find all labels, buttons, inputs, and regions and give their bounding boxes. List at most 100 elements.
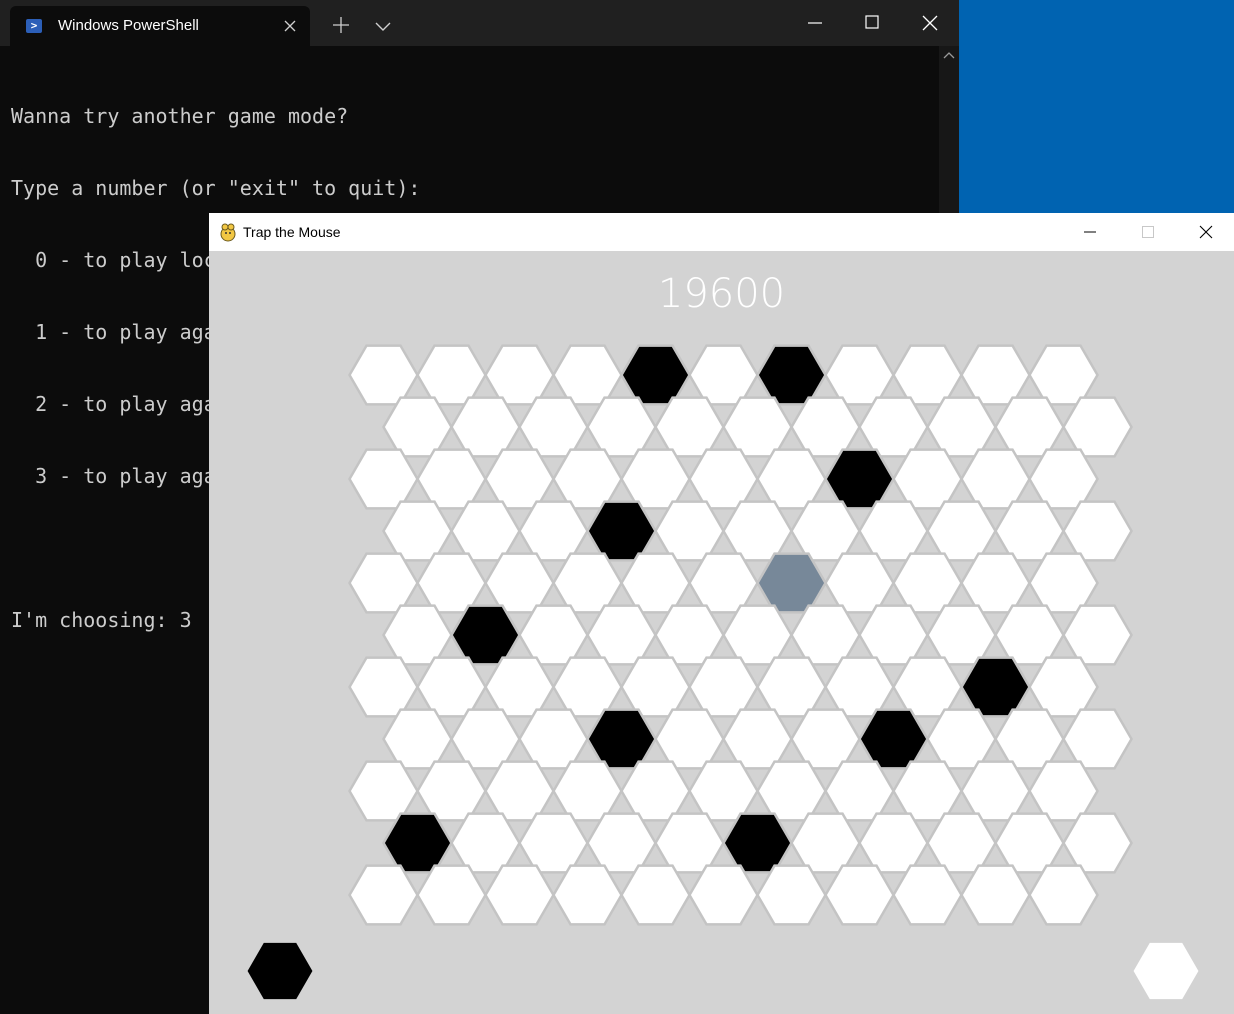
hex-cell-empty[interactable] [348,760,419,822]
hex-cell-empty[interactable] [824,760,895,822]
hex-cell-empty[interactable] [654,708,725,770]
hex-cell-empty[interactable] [926,500,997,562]
tab-close-icon[interactable] [280,16,300,36]
hex-cell-empty[interactable] [552,864,623,926]
hex-cell-empty[interactable] [790,604,861,666]
hex-cell-empty[interactable] [654,604,725,666]
hex-cell-empty[interactable] [926,604,997,666]
minimize-button[interactable] [1061,213,1119,251]
hex-cell-empty[interactable] [824,552,895,614]
hex-cell-empty[interactable] [722,500,793,562]
hex-cell-empty[interactable] [994,812,1065,874]
hex-cell-empty[interactable] [790,500,861,562]
hex-cell-empty[interactable] [552,344,623,406]
hex-cell-empty[interactable] [586,812,657,874]
close-button[interactable] [901,0,959,46]
hex-cell-empty[interactable] [722,604,793,666]
hex-cell-empty[interactable] [722,708,793,770]
hex-cell-empty[interactable] [552,656,623,718]
hex-cell-empty[interactable] [824,344,895,406]
hex-cell-empty[interactable] [654,500,725,562]
hex-cell-empty[interactable] [518,396,589,458]
close-button[interactable] [1177,213,1234,251]
hex-cell-empty[interactable] [484,656,555,718]
hex-cell-empty[interactable] [926,812,997,874]
hex-cell-empty[interactable] [484,448,555,510]
hex-cell-empty[interactable] [688,864,759,926]
hex-cell-empty[interactable] [1028,448,1099,510]
hex-cell-empty[interactable] [484,760,555,822]
hex-cell-empty[interactable] [858,604,929,666]
hex-cell-empty[interactable] [858,812,929,874]
hex-cell-empty[interactable] [552,760,623,822]
hex-cell-empty[interactable] [518,604,589,666]
hex-cell-empty[interactable] [348,656,419,718]
hex-cell-empty[interactable] [382,604,453,666]
hex-cell-empty[interactable] [858,396,929,458]
hex-cell-empty[interactable] [892,552,963,614]
hex-cell-empty[interactable] [688,344,759,406]
hex-cell-empty[interactable] [620,760,691,822]
hex-cell-empty[interactable] [450,396,521,458]
hex-cell-empty[interactable] [960,344,1031,406]
hex-cell-empty[interactable] [1062,396,1133,458]
hex-cell-empty[interactable] [688,656,759,718]
hex-cell-empty[interactable] [552,448,623,510]
hex-cell-empty[interactable] [1028,760,1099,822]
hex-cell-empty[interactable] [1062,500,1133,562]
hex-cell-empty[interactable] [1028,552,1099,614]
hex-cell-empty[interactable] [654,396,725,458]
hex-cell-empty[interactable] [858,500,929,562]
hex-cell-empty[interactable] [1062,708,1133,770]
hex-cell-empty[interactable] [620,552,691,614]
hex-cell-empty[interactable] [348,344,419,406]
minimize-button[interactable] [786,0,844,46]
hex-cell-empty[interactable] [960,552,1031,614]
hex-cell-empty[interactable] [518,500,589,562]
hex-cell-empty[interactable] [960,864,1031,926]
hex-cell-empty[interactable] [926,396,997,458]
hex-cell-empty[interactable] [620,448,691,510]
hex-cell-empty[interactable] [654,812,725,874]
hex-cell-empty[interactable] [450,812,521,874]
hex-cell-empty[interactable] [756,656,827,718]
hex-cell-empty[interactable] [484,864,555,926]
hex-cell-empty[interactable] [416,552,487,614]
hex-cell-empty[interactable] [1028,656,1099,718]
chevron-down-icon[interactable] [370,14,396,38]
hex-board[interactable] [209,251,1234,1014]
hex-cell-empty[interactable] [518,708,589,770]
hex-cell-empty[interactable] [1028,344,1099,406]
hex-cell-empty[interactable] [1062,812,1133,874]
hex-cell-empty[interactable] [416,760,487,822]
hex-cell-empty[interactable] [416,864,487,926]
hex-cell-empty[interactable] [960,448,1031,510]
hex-cell-empty[interactable] [1062,604,1133,666]
hex-cell-empty[interactable] [450,500,521,562]
hex-cell-empty[interactable] [518,812,589,874]
hex-cell-empty[interactable] [552,552,623,614]
hex-cell-empty[interactable] [348,448,419,510]
hex-cell-empty[interactable] [484,344,555,406]
hex-cell-empty[interactable] [688,760,759,822]
hex-cell-empty[interactable] [450,708,521,770]
hex-cell-empty[interactable] [926,708,997,770]
hex-cell-empty[interactable] [892,760,963,822]
tab-windows-powershell[interactable]: > Windows PowerShell [10,6,310,46]
hex-cell-empty[interactable] [994,500,1065,562]
hex-cell-empty[interactable] [586,604,657,666]
hex-cell-empty[interactable] [586,396,657,458]
new-tab-button[interactable] [328,12,354,38]
hex-cell-empty[interactable] [756,864,827,926]
hex-cell-empty[interactable] [892,656,963,718]
hex-cell-empty[interactable] [994,604,1065,666]
scroll-up-icon[interactable] [943,50,955,60]
hex-cell-empty[interactable] [790,812,861,874]
hex-cell-empty[interactable] [348,552,419,614]
hex-cell-empty[interactable] [892,344,963,406]
hex-cell-empty[interactable] [892,448,963,510]
hex-cell-empty[interactable] [790,396,861,458]
hex-cell-empty[interactable] [1028,864,1099,926]
hex-cell-empty[interactable] [688,552,759,614]
hex-cell-empty[interactable] [824,864,895,926]
